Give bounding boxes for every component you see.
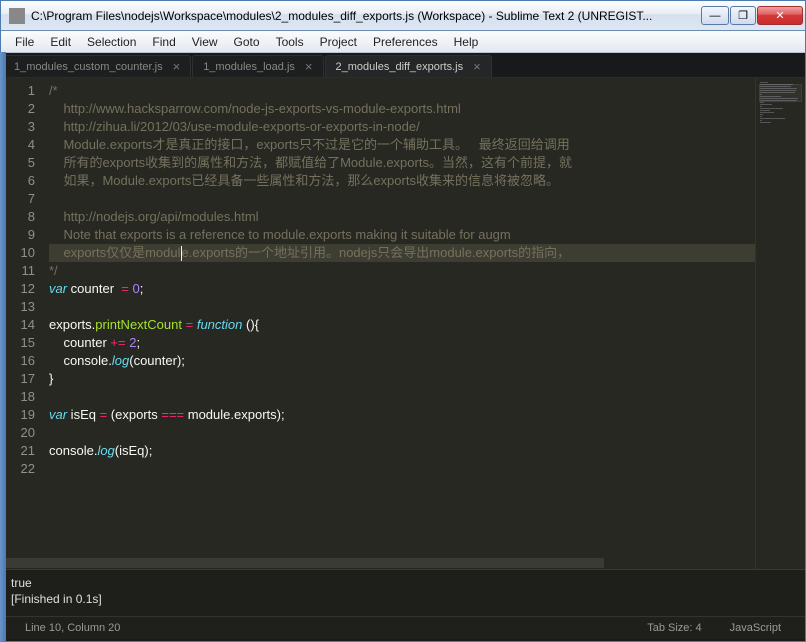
maximize-button[interactable]: ❐ bbox=[730, 6, 756, 25]
minimize-button[interactable]: — bbox=[701, 6, 729, 25]
menu-view[interactable]: View bbox=[184, 33, 226, 51]
code-line[interactable]: var isEq = (exports === module.exports); bbox=[49, 406, 755, 424]
code-line[interactable] bbox=[49, 460, 755, 478]
titlebar[interactable]: C:\Program Files\nodejs\Workspace\module… bbox=[1, 1, 805, 31]
code-line[interactable]: } bbox=[49, 370, 755, 388]
code-line[interactable] bbox=[49, 298, 755, 316]
tab-label: 1_modules_custom_counter.js bbox=[14, 61, 163, 73]
menu-goto[interactable]: Goto bbox=[226, 33, 268, 51]
console-line: true bbox=[11, 575, 795, 591]
scrollbar-horizontal[interactable] bbox=[1, 557, 755, 569]
code-line[interactable] bbox=[49, 424, 755, 442]
code-line[interactable]: http://zihua.li/2012/03/use-module-expor… bbox=[49, 118, 755, 136]
menu-selection[interactable]: Selection bbox=[79, 33, 144, 51]
code-area[interactable]: /* http://www.hacksparrow.com/node-js-ex… bbox=[49, 78, 755, 569]
menu-project[interactable]: Project bbox=[312, 33, 365, 51]
tab-1[interactable]: 1_modules_load.js × bbox=[192, 55, 323, 77]
code-line[interactable]: console.log(isEq); bbox=[49, 442, 755, 460]
code-line[interactable] bbox=[49, 388, 755, 406]
menu-preferences[interactable]: Preferences bbox=[365, 33, 446, 51]
code-line[interactable]: /* bbox=[49, 82, 755, 100]
minimap-viewport[interactable] bbox=[759, 84, 802, 102]
close-icon[interactable]: × bbox=[305, 59, 313, 74]
code-line[interactable]: exports仅仅是module.exports的一个地址引用。nodejs只会… bbox=[49, 244, 755, 262]
code-line[interactable]: var counter = 0; bbox=[49, 280, 755, 298]
status-language[interactable]: JavaScript bbox=[716, 622, 795, 634]
menu-find[interactable]: Find bbox=[144, 33, 183, 51]
code-line[interactable]: Note that exports is a reference to modu… bbox=[49, 226, 755, 244]
code-line[interactable]: */ bbox=[49, 262, 755, 280]
code-line[interactable]: exports.printNextCount = function (){ bbox=[49, 316, 755, 334]
code-line[interactable]: http://nodejs.org/api/modules.html bbox=[49, 208, 755, 226]
code-line[interactable]: http://www.hacksparrow.com/node-js-expor… bbox=[49, 100, 755, 118]
tab-label: 1_modules_load.js bbox=[203, 61, 295, 73]
menubar: File Edit Selection Find View Goto Tools… bbox=[1, 31, 805, 53]
menu-tools[interactable]: Tools bbox=[268, 33, 312, 51]
status-position[interactable]: Line 10, Column 20 bbox=[11, 622, 134, 634]
statusbar: Line 10, Column 20 Tab Size: 4 JavaScrip… bbox=[1, 616, 805, 639]
editor[interactable]: 12345678910111213141516171819202122 /* h… bbox=[1, 78, 805, 569]
build-output[interactable]: true [Finished in 0.1s] bbox=[1, 569, 805, 616]
tab-2[interactable]: 2_modules_diff_exports.js × bbox=[325, 55, 492, 77]
gutter: 12345678910111213141516171819202122 bbox=[1, 78, 49, 569]
status-tabsize[interactable]: Tab Size: 4 bbox=[633, 622, 715, 634]
code-line[interactable] bbox=[49, 190, 755, 208]
close-button[interactable]: ✕ bbox=[757, 6, 803, 25]
window-controls: — ❐ ✕ bbox=[701, 6, 803, 25]
code-line[interactable]: counter += 2; bbox=[49, 334, 755, 352]
close-icon[interactable]: × bbox=[173, 59, 181, 74]
code-line[interactable]: 如果，Module.exports已经具备一些属性和方法，那么exports收集… bbox=[49, 172, 755, 190]
code-line[interactable]: console.log(counter); bbox=[49, 352, 755, 370]
console-line: [Finished in 0.1s] bbox=[11, 591, 795, 607]
tab-0[interactable]: 1_modules_custom_counter.js × bbox=[3, 55, 191, 77]
code-line[interactable]: 所有的exports收集到的属性和方法，都赋值给了Module.exports。… bbox=[49, 154, 755, 172]
code-line[interactable]: Module.exports才是真正的接口，exports只不过是它的一个辅助工… bbox=[49, 136, 755, 154]
scrollbar-thumb[interactable] bbox=[1, 558, 604, 568]
tab-label: 2_modules_diff_exports.js bbox=[336, 61, 464, 73]
minimap[interactable] bbox=[755, 78, 805, 569]
window-title: C:\Program Files\nodejs\Workspace\module… bbox=[31, 9, 701, 23]
menu-file[interactable]: File bbox=[7, 33, 42, 51]
app-icon bbox=[9, 8, 25, 24]
window-left-border bbox=[0, 52, 6, 642]
menu-edit[interactable]: Edit bbox=[42, 33, 79, 51]
tabbar: 1_modules_custom_counter.js × 1_modules_… bbox=[1, 53, 805, 78]
close-icon[interactable]: × bbox=[473, 59, 481, 74]
menu-help[interactable]: Help bbox=[446, 33, 487, 51]
